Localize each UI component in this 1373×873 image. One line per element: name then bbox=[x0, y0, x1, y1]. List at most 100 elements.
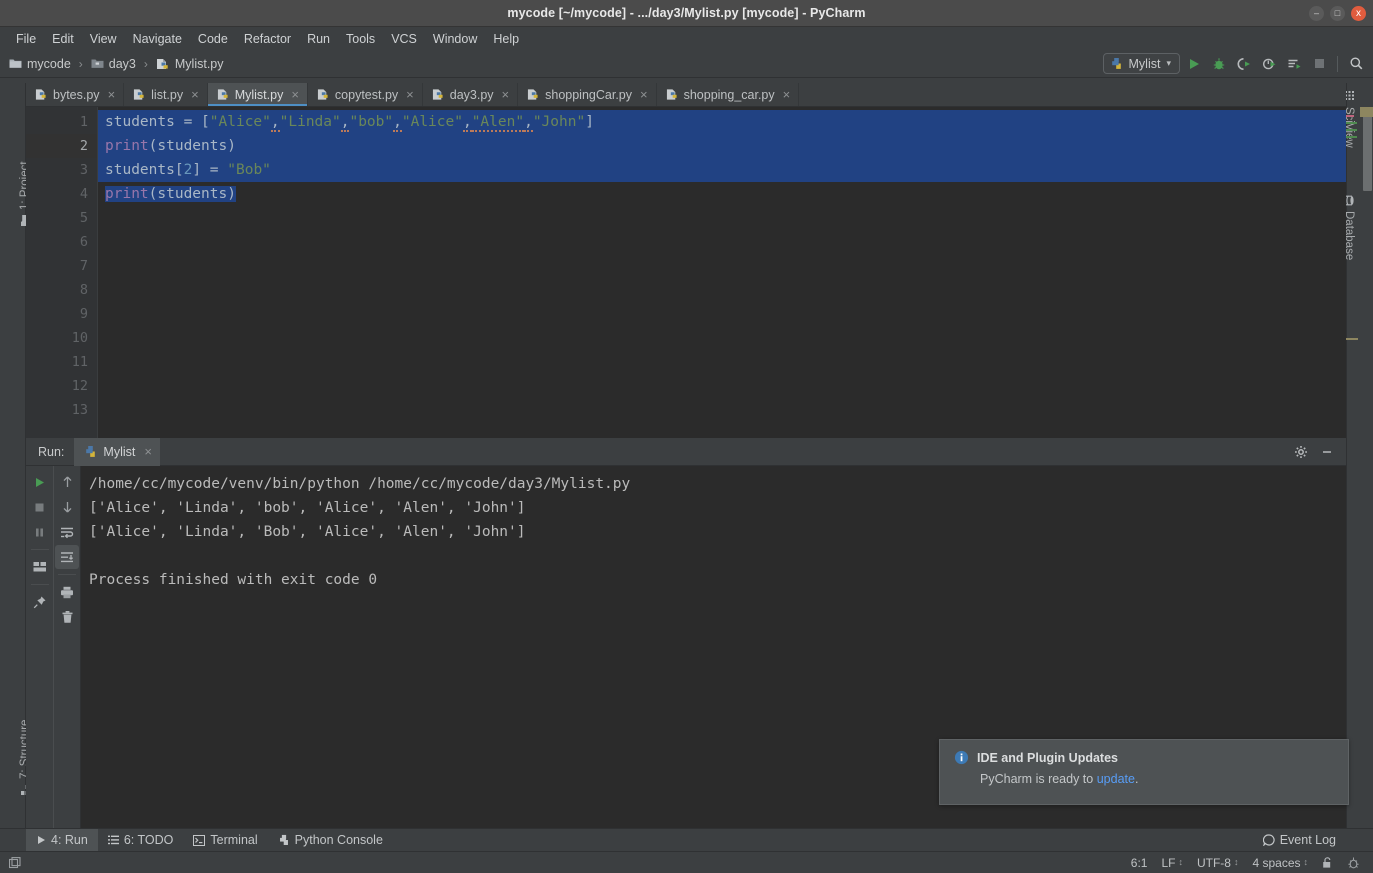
code-line-empty[interactable] bbox=[98, 302, 1346, 326]
close-icon[interactable]: × bbox=[640, 88, 648, 101]
menu-file[interactable]: File bbox=[8, 30, 44, 48]
hide-window-icon[interactable] bbox=[1314, 438, 1340, 466]
code-editor[interactable]: 1 2 3 4 5 6 7 8 9 10 11 12 13 students = ["Alice","L… bbox=[26, 107, 1346, 438]
code-token: "Bob" bbox=[227, 162, 271, 178]
close-icon[interactable]: × bbox=[502, 88, 510, 101]
code-line[interactable]: students = ["Alice","Linda","bob","Alice… bbox=[98, 110, 1346, 134]
editor-tab-shoppingcar[interactable]: shoppingCar.py × bbox=[518, 83, 657, 106]
close-icon[interactable]: × bbox=[783, 88, 791, 101]
search-everywhere-icon[interactable] bbox=[1345, 53, 1367, 75]
editor-tab-copytest[interactable]: copytest.py × bbox=[308, 83, 423, 106]
menu-edit[interactable]: Edit bbox=[44, 30, 82, 48]
clear-all-icon[interactable] bbox=[55, 605, 79, 629]
code-line[interactable]: print(students) bbox=[98, 134, 1346, 158]
inspections-icon[interactable] bbox=[1340, 856, 1367, 869]
close-icon[interactable]: × bbox=[291, 88, 299, 101]
rerun-icon[interactable] bbox=[28, 470, 52, 494]
menu-code[interactable]: Code bbox=[190, 30, 236, 48]
toolbar-divider bbox=[30, 549, 49, 550]
editor-tab-day3[interactable]: day3.py × bbox=[423, 83, 519, 106]
file-encoding[interactable]: UTF-8 ↕ bbox=[1190, 856, 1246, 870]
code-line-empty[interactable] bbox=[98, 206, 1346, 230]
down-arrow-icon[interactable] bbox=[55, 495, 79, 519]
code-text-area[interactable]: students = ["Alice","Linda","bob","Alice… bbox=[98, 107, 1346, 438]
tool-button-python-console[interactable]: Python Console bbox=[268, 829, 393, 852]
editor-tab-mylist[interactable]: Mylist.py × bbox=[207, 83, 308, 106]
code-line-empty[interactable] bbox=[98, 350, 1346, 374]
code-line-empty[interactable] bbox=[98, 374, 1346, 398]
menu-refactor[interactable]: Refactor bbox=[236, 30, 299, 48]
menu-vcs[interactable]: VCS bbox=[383, 30, 425, 48]
code-line[interactable]: students[2] = "Bob" bbox=[98, 158, 1346, 182]
tool-button-todo[interactable]: 6: TODO bbox=[98, 829, 184, 852]
code-line-empty[interactable] bbox=[98, 398, 1346, 422]
editor-tab-label: list.py bbox=[151, 87, 184, 102]
code-line[interactable]: print(students) bbox=[98, 182, 1346, 206]
editor-tab-label: bytes.py bbox=[53, 87, 100, 102]
tool-button-terminal[interactable]: Terminal bbox=[183, 829, 267, 852]
indent-label: 4 spaces bbox=[1252, 855, 1301, 870]
run-coverage-icon[interactable] bbox=[1233, 53, 1255, 75]
print-icon[interactable] bbox=[55, 580, 79, 604]
code-token: (students) bbox=[148, 186, 236, 202]
close-icon[interactable]: × bbox=[108, 88, 116, 101]
stop-icon[interactable] bbox=[1308, 53, 1330, 75]
lock-icon[interactable] bbox=[1315, 856, 1340, 869]
code-token: print bbox=[105, 138, 149, 154]
menu-navigate[interactable]: Navigate bbox=[125, 30, 190, 48]
code-token: = bbox=[183, 114, 202, 130]
code-line-empty[interactable] bbox=[98, 326, 1346, 350]
python-file-icon bbox=[133, 88, 146, 101]
menu-tools[interactable]: Tools bbox=[338, 30, 383, 48]
tool-button-run[interactable]: 4: Run bbox=[26, 828, 98, 852]
code-line-empty[interactable] bbox=[98, 254, 1346, 278]
editor-tab-list[interactable]: list.py × bbox=[124, 83, 208, 106]
code-line-empty[interactable] bbox=[98, 230, 1346, 254]
notification-popup[interactable]: IDE and Plugin Updates PyCharm is ready … bbox=[939, 739, 1349, 805]
run-tab-mylist[interactable]: Mylist × bbox=[74, 437, 160, 466]
editor-tab-bytes[interactable]: bytes.py × bbox=[26, 83, 125, 106]
indent-setting[interactable]: 4 spaces ↕ bbox=[1245, 856, 1315, 870]
code-token: print bbox=[105, 186, 149, 202]
settings-gear-icon[interactable] bbox=[1288, 438, 1314, 466]
event-log-button[interactable]: Event Log bbox=[1253, 829, 1346, 852]
run-configuration-selector[interactable]: Mylist ▾ bbox=[1102, 53, 1180, 74]
caret-position[interactable]: 6:1 bbox=[1124, 856, 1155, 870]
menu-window[interactable]: Window bbox=[425, 30, 485, 48]
breadcrumb-item-file[interactable]: Mylist.py bbox=[153, 56, 227, 72]
close-icon[interactable]: × bbox=[406, 88, 414, 101]
menu-help[interactable]: Help bbox=[485, 30, 527, 48]
editor-vertical-scrollbar[interactable] bbox=[1346, 107, 1373, 438]
soft-wrap-icon[interactable] bbox=[55, 520, 79, 544]
stop-icon[interactable] bbox=[28, 495, 52, 519]
debug-icon[interactable] bbox=[1208, 53, 1230, 75]
pin-tab-icon[interactable] bbox=[28, 590, 52, 614]
close-button[interactable]: x bbox=[1351, 6, 1366, 21]
close-icon[interactable]: × bbox=[191, 88, 199, 101]
run-with-options-icon[interactable] bbox=[1283, 53, 1305, 75]
code-line-empty[interactable] bbox=[98, 278, 1346, 302]
up-arrow-icon[interactable] bbox=[55, 470, 79, 494]
show-tool-windows-icon[interactable] bbox=[6, 856, 24, 869]
event-log-label: Event Log bbox=[1279, 833, 1336, 847]
breadcrumb-item-mycode[interactable]: mycode bbox=[6, 56, 74, 72]
close-icon[interactable]: × bbox=[144, 445, 152, 458]
scrollbar-thumb[interactable] bbox=[1363, 109, 1372, 191]
update-link[interactable]: update bbox=[1097, 772, 1135, 786]
minimize-button[interactable]: – bbox=[1309, 6, 1324, 21]
menu-run[interactable]: Run bbox=[299, 30, 338, 48]
profile-icon[interactable] bbox=[1258, 53, 1280, 75]
console-line: ['Alice', 'Linda', 'bob', 'Alice', 'Alen… bbox=[89, 500, 526, 516]
run-icon[interactable] bbox=[1183, 53, 1205, 75]
line-separator[interactable]: LF ↕ bbox=[1154, 856, 1190, 870]
line-number: 10 bbox=[71, 330, 88, 346]
maximize-button[interactable]: □ bbox=[1330, 6, 1345, 21]
editor-tab-shopping-car[interactable]: shopping_car.py × bbox=[657, 83, 800, 106]
pause-icon[interactable] bbox=[28, 520, 52, 544]
scroll-to-end-icon[interactable] bbox=[55, 545, 79, 569]
restore-layout-icon[interactable] bbox=[28, 555, 52, 579]
code-token: , bbox=[462, 114, 472, 132]
line-number: 6 bbox=[79, 234, 88, 250]
breadcrumb-item-day3[interactable]: day3 bbox=[88, 56, 139, 72]
menu-view[interactable]: View bbox=[82, 30, 125, 48]
